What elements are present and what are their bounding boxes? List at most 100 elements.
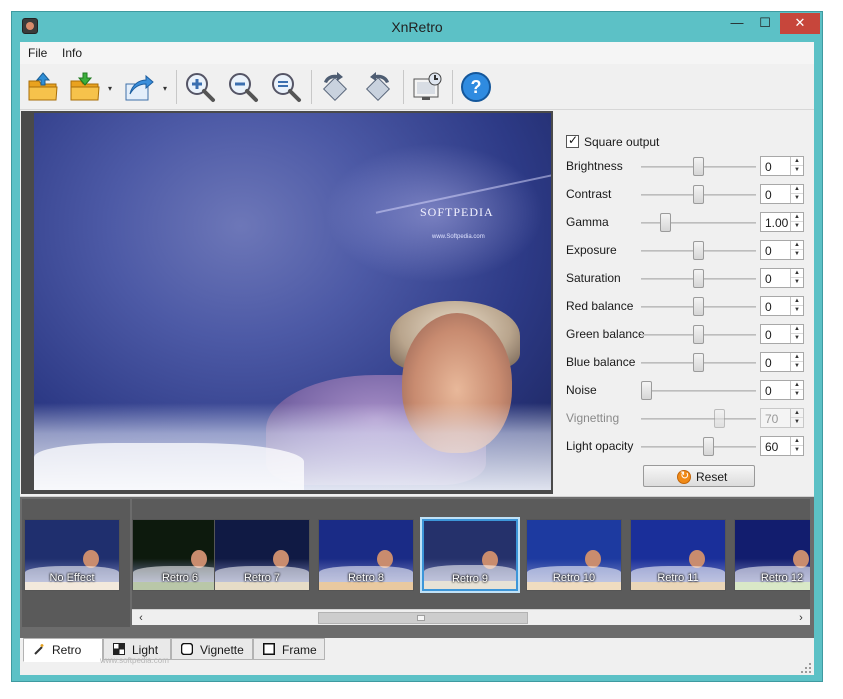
- value-spinbox[interactable]: 0 ▲ ▼: [760, 352, 804, 372]
- slider-thumb[interactable]: [693, 325, 704, 344]
- preset-thumbnail[interactable]: Retro 9: [422, 519, 518, 591]
- square-output-checkbox[interactable]: [566, 133, 579, 148]
- preview-foam-left: [34, 443, 304, 490]
- spin-up-icon[interactable]: ▲: [791, 353, 803, 362]
- spin-up-icon[interactable]: ▲: [791, 241, 803, 250]
- slider-thumb[interactable]: [659, 213, 671, 232]
- menu-file[interactable]: File: [28, 46, 47, 60]
- zoom-in-icon[interactable]: [183, 70, 217, 104]
- slider-label: Green balance: [566, 327, 645, 341]
- value-spinbox[interactable]: 0 ▲ ▼: [760, 156, 804, 176]
- value-spinbox[interactable]: 1.00 ▲ ▼: [760, 212, 804, 232]
- save-dropdown-icon[interactable]: ▾: [108, 84, 112, 93]
- toolbar: ▾ ▾ ?: [20, 64, 814, 110]
- value-spinbox[interactable]: 60 ▲ ▼: [760, 436, 804, 456]
- zoom-fit-icon[interactable]: [269, 70, 303, 104]
- client-area: File Info ▾ ▾ ? SOFTPEDIA www.Softpedia.…: [20, 42, 814, 675]
- slider-thumb[interactable]: [693, 241, 704, 260]
- scrollbar-thumb[interactable]: [318, 612, 528, 624]
- spin-down-icon[interactable]: ▼: [791, 334, 803, 343]
- slider-row: Red balance 0 ▲ ▼: [566, 295, 814, 317]
- preset-thumbnail[interactable]: Retro 10: [526, 519, 622, 591]
- slider-thumb[interactable]: [641, 381, 652, 400]
- spin-down-icon[interactable]: ▼: [791, 362, 803, 371]
- slider-track[interactable]: [641, 446, 756, 448]
- slider-track[interactable]: [641, 222, 756, 224]
- spin-down-icon[interactable]: ▼: [791, 390, 803, 399]
- spin-up-icon[interactable]: ▲: [791, 157, 803, 166]
- settings-panel: Square output Brightness0▲▼Contrast0▲▼Ga…: [566, 122, 814, 494]
- spin-down-icon[interactable]: ▼: [791, 194, 803, 203]
- spin-down-icon[interactable]: ▼: [791, 222, 803, 231]
- tab-vignette-label: Vignette: [200, 643, 244, 657]
- slider-label: Light opacity: [566, 439, 634, 453]
- spin-up-icon[interactable]: ▲: [791, 213, 803, 222]
- tab-frame[interactable]: Frame: [253, 638, 325, 660]
- rotate-right-icon[interactable]: [361, 70, 395, 104]
- slider-thumb[interactable]: [703, 437, 715, 456]
- preset-scrollbar[interactable]: ‹ ›: [132, 609, 810, 625]
- preset-thumbnail[interactable]: Retro 12: [734, 519, 810, 591]
- spin-down-icon[interactable]: ▼: [791, 306, 803, 315]
- tab-vignette[interactable]: Vignette: [171, 638, 253, 660]
- value-spinbox[interactable]: 0 ▲ ▼: [760, 240, 804, 260]
- spin-down-icon[interactable]: ▼: [791, 166, 803, 175]
- minimize-button[interactable]: —: [724, 13, 750, 34]
- slider-thumb[interactable]: [693, 157, 704, 176]
- tab-retro[interactable]: Retro: [23, 638, 103, 662]
- value-spinbox[interactable]: 0 ▲ ▼: [760, 296, 804, 316]
- slider-label: Exposure: [566, 243, 617, 257]
- close-button[interactable]: ✕: [780, 13, 820, 34]
- maximize-button[interactable]: ☐: [752, 13, 778, 34]
- preset-thumbnail[interactable]: Retro 8: [318, 519, 414, 591]
- slider-row: Contrast 0 ▲ ▼: [566, 183, 814, 205]
- tab-light-label: Light: [132, 643, 159, 657]
- slider-thumb[interactable]: [693, 269, 704, 288]
- spinbox-buttons: ▲ ▼: [790, 213, 803, 231]
- preview-logo-text: SOFTPEDIA: [420, 205, 494, 219]
- spin-up-icon[interactable]: ▲: [791, 185, 803, 194]
- spin-down-icon[interactable]: ▼: [791, 278, 803, 287]
- preset-thumbnail[interactable]: No Effect: [24, 519, 120, 591]
- set-wallpaper-icon[interactable]: [410, 70, 444, 104]
- preset-strip: Retro 6 Retro 7 Retro 8 Retro 9 Retro 10 Retr…: [20, 496, 814, 638]
- rotate-left-icon[interactable]: [318, 70, 352, 104]
- spinbox-value: 0: [765, 328, 772, 342]
- toolbar-separator: [403, 70, 404, 104]
- open-folder-icon[interactable]: [26, 70, 60, 104]
- preset-label: Retro 8: [347, 572, 385, 584]
- scrollbar-grip[interactable]: [417, 615, 425, 621]
- value-spinbox[interactable]: 0 ▲ ▼: [760, 324, 804, 344]
- save-folder-icon[interactable]: [68, 70, 102, 104]
- spin-down-icon[interactable]: ▼: [791, 250, 803, 259]
- slider-thumb[interactable]: [693, 353, 704, 372]
- reset-button[interactable]: Reset: [643, 465, 755, 487]
- value-spinbox[interactable]: 0 ▲ ▼: [760, 268, 804, 288]
- spin-up-icon[interactable]: ▲: [791, 297, 803, 306]
- spin-down-icon[interactable]: ▼: [791, 446, 803, 455]
- value-spinbox[interactable]: 0 ▲ ▼: [760, 184, 804, 204]
- spin-up-icon[interactable]: ▲: [791, 437, 803, 446]
- export-share-icon[interactable]: [122, 70, 156, 104]
- toolbar-separator: [176, 70, 177, 104]
- spin-up-icon[interactable]: ▲: [791, 325, 803, 334]
- menu-info[interactable]: Info: [62, 46, 82, 60]
- resize-grip-icon[interactable]: [800, 662, 812, 674]
- zoom-out-icon[interactable]: [226, 70, 260, 104]
- preset-thumbnail[interactable]: Retro 11: [630, 519, 726, 591]
- value-spinbox: 70 ▲ ▼: [760, 408, 804, 428]
- frame-icon: [263, 643, 275, 655]
- preset-thumbnail[interactable]: Retro 7: [214, 519, 310, 591]
- spin-up-icon[interactable]: ▲: [791, 381, 803, 390]
- slider-track[interactable]: [641, 390, 756, 392]
- help-icon[interactable]: ?: [459, 70, 493, 104]
- slider-row: Saturation 0 ▲ ▼: [566, 267, 814, 289]
- scroll-right-button[interactable]: ›: [794, 611, 808, 625]
- value-spinbox[interactable]: 0 ▲ ▼: [760, 380, 804, 400]
- scroll-left-button[interactable]: ‹: [134, 611, 148, 625]
- slider-thumb[interactable]: [693, 185, 704, 204]
- slider-thumb[interactable]: [693, 297, 704, 316]
- slider-row: Brightness 0 ▲ ▼: [566, 155, 814, 177]
- export-dropdown-icon[interactable]: ▾: [163, 84, 167, 93]
- spin-up-icon[interactable]: ▲: [791, 269, 803, 278]
